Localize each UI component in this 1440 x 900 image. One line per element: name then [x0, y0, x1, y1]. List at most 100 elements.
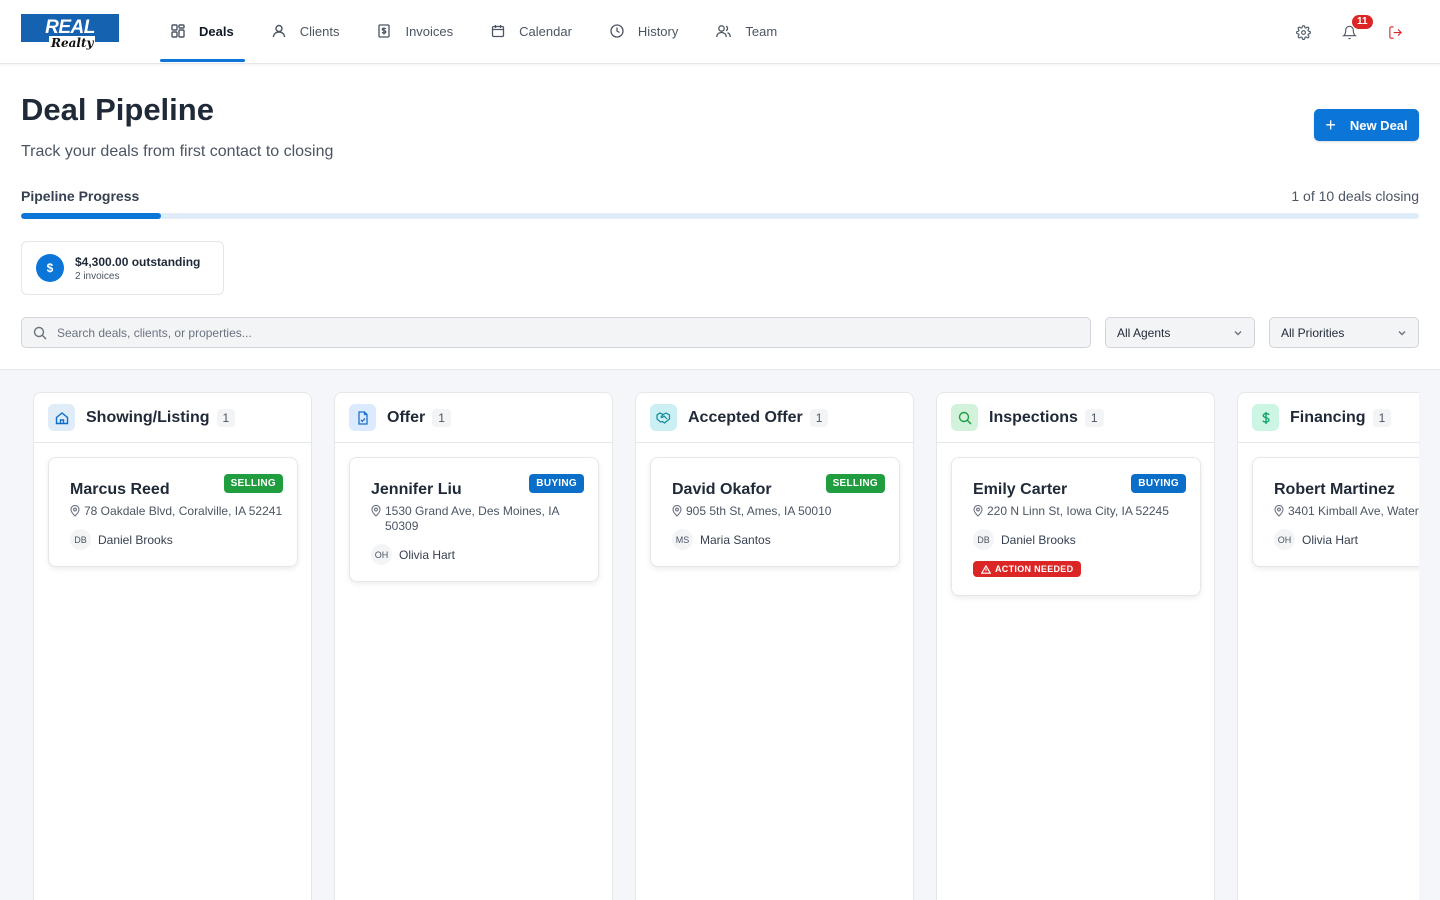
pipeline-board-scroll[interactable]: Showing/Listing 1 SELLING Marcus Reed 78… — [0, 370, 1419, 900]
nav-item-team[interactable]: Team — [705, 0, 788, 62]
assigned-agent: OH Olivia Hart — [371, 544, 584, 565]
location-pin-icon — [973, 505, 983, 519]
brand-logo[interactable]: REAL DEAL Realty — [21, 14, 119, 66]
search-input[interactable] — [57, 325, 1057, 340]
settings-button[interactable] — [1280, 12, 1326, 52]
pipeline-progress-bar — [21, 213, 1419, 219]
property-address: 78 Oakdale Blvd, Coralville, IA 52241 — [70, 504, 283, 519]
column-title: Accepted Offer — [688, 408, 803, 426]
deal-type-tag: BUYING — [1131, 474, 1186, 493]
outstanding-amount: $4,300.00 outstanding — [75, 254, 201, 269]
clock-icon — [610, 24, 624, 38]
deal-card[interactable]: BUYING Jennifer Liu 1530 Grand Ave, Des … — [349, 457, 599, 582]
agent-name: Daniel Brooks — [1001, 532, 1076, 547]
top-actions: 11 — [1280, 0, 1418, 64]
avatar: DB — [973, 529, 994, 550]
column-count: 1 — [1084, 408, 1104, 427]
column-title: Inspections — [989, 408, 1078, 426]
deal-type-tag: BUYING — [529, 474, 584, 493]
deal-card[interactable]: SELLING David Okafor 905 5th St, Ames, I… — [650, 457, 900, 567]
logout-icon — [1388, 25, 1403, 40]
document-icon — [349, 404, 376, 431]
priority-filter-value: All Priorities — [1281, 325, 1345, 340]
agent-name: Daniel Brooks — [98, 532, 173, 547]
nav-label: Calendar — [519, 23, 572, 39]
nav-item-deals[interactable]: Deals — [160, 0, 245, 62]
nav-item-history[interactable]: History — [599, 0, 689, 62]
chevron-down-icon — [1233, 328, 1243, 338]
column-count: 1 — [1372, 408, 1392, 427]
nav-label: History — [637, 23, 679, 39]
column-title: Financing — [1290, 408, 1366, 426]
assigned-agent: DB Daniel Brooks — [973, 529, 1186, 550]
avatar: OH — [1274, 529, 1295, 550]
column-inspections: Inspections 1 BUYING Emily Carter 220 N … — [936, 392, 1215, 900]
pipeline-progress-summary: 1 of 10 deals closing — [1291, 188, 1419, 204]
logout-button[interactable] — [1372, 12, 1418, 52]
deal-card[interactable]: Robert Martinez 3401 Kimball Ave, Waterl… — [1252, 457, 1419, 567]
outstanding-invoice-count: 2 invoices — [75, 270, 120, 282]
nav-item-clients[interactable]: Clients — [261, 0, 351, 62]
avatar: MS — [672, 529, 693, 550]
new-deal-label: New Deal — [1349, 117, 1408, 133]
agent-name: Olivia Hart — [1302, 532, 1359, 547]
property-address: 1530 Grand Ave, Des Moines, IA 50309 — [371, 504, 584, 534]
home-icon — [48, 404, 75, 431]
priority-filter-select[interactable]: All Priorities — [1269, 317, 1419, 348]
column-header: Financing 1 — [1238, 393, 1419, 443]
main-nav: Deals Clients Invoices Calendar History — [160, 0, 804, 64]
deal-card[interactable]: BUYING Emily Carter 220 N Linn St, Iowa … — [951, 457, 1201, 596]
column-header: Showing/Listing 1 — [34, 393, 311, 443]
assigned-agent: MS Maria Santos — [672, 529, 885, 550]
invoice-icon — [377, 24, 391, 38]
notifications-button[interactable]: 11 — [1326, 12, 1373, 52]
pipeline-progress-fill — [21, 213, 161, 219]
column-count: 1 — [216, 408, 236, 427]
search-icon — [33, 326, 47, 340]
nav-label: Deals — [199, 23, 234, 39]
users-icon — [716, 24, 732, 38]
property-address: 905 5th St, Ames, IA 50010 — [672, 504, 885, 519]
column-header: Inspections 1 — [937, 393, 1214, 443]
page-title: Deal Pipeline — [21, 92, 214, 127]
address-text: 220 N Linn St, Iowa City, IA 52245 — [987, 504, 1169, 518]
action-needed-text: ACTION NEEDED — [995, 564, 1074, 574]
deal-type-tag: SELLING — [825, 474, 885, 493]
location-pin-icon — [70, 505, 80, 519]
calendar-icon — [491, 24, 505, 38]
agent-filter-value: All Agents — [1117, 325, 1171, 340]
logo-bottom-text: Realty — [49, 36, 96, 50]
pipeline-progress-label: Pipeline Progress — [21, 188, 140, 204]
location-pin-icon — [1274, 505, 1284, 519]
nav-item-invoices[interactable]: Invoices — [366, 0, 464, 62]
column-count: 1 — [432, 408, 451, 427]
column-title: Offer — [387, 408, 426, 426]
column-financing: Financing 1 Robert Martinez 3401 Kimball… — [1237, 392, 1419, 900]
property-address: 3401 Kimball Ave, Waterloo, IA 50702 — [1274, 504, 1419, 519]
handshake-icon — [650, 404, 677, 431]
column-header: Offer 1 — [335, 393, 612, 443]
new-deal-button[interactable]: + New Deal — [1314, 109, 1419, 141]
nav-label: Invoices — [405, 23, 454, 39]
assigned-agent: DB Daniel Brooks — [70, 529, 283, 550]
column-header: Accepted Offer 1 — [636, 393, 913, 443]
column-count: 1 — [809, 408, 829, 427]
nav-item-calendar[interactable]: Calendar — [480, 0, 583, 62]
address-text: 905 5th St, Ames, IA 50010 — [686, 504, 832, 518]
column-title: Showing/Listing — [86, 408, 210, 426]
chevron-down-icon — [1397, 328, 1407, 338]
client-name: Robert Martinez — [1274, 481, 1395, 498]
top-navigation: REAL DEAL Realty Deals Clients Invoices — [0, 0, 1440, 66]
outstanding-invoices-card[interactable]: $ $4,300.00 outstanding 2 invoices — [21, 241, 224, 295]
column-offer: Offer 1 BUYING Jennifer Liu 1530 Grand A… — [334, 392, 613, 900]
deal-card[interactable]: SELLING Marcus Reed 78 Oakdale Blvd, Cor… — [48, 457, 298, 567]
agent-name: Maria Santos — [700, 532, 771, 547]
address-text: 78 Oakdale Blvd, Coralville, IA 52241 — [84, 504, 283, 518]
pipeline-board: Showing/Listing 1 SELLING Marcus Reed 78… — [0, 369, 1440, 900]
nav-label: Team — [745, 23, 778, 39]
column-accepted-offer: Accepted Offer 1 SELLING David Okafor 90… — [635, 392, 914, 900]
nav-label: Clients — [299, 23, 340, 39]
agent-filter-select[interactable]: All Agents — [1105, 317, 1255, 348]
notification-count-badge: 11 — [1352, 15, 1373, 29]
column-showing-listing: Showing/Listing 1 SELLING Marcus Reed 78… — [33, 392, 312, 900]
